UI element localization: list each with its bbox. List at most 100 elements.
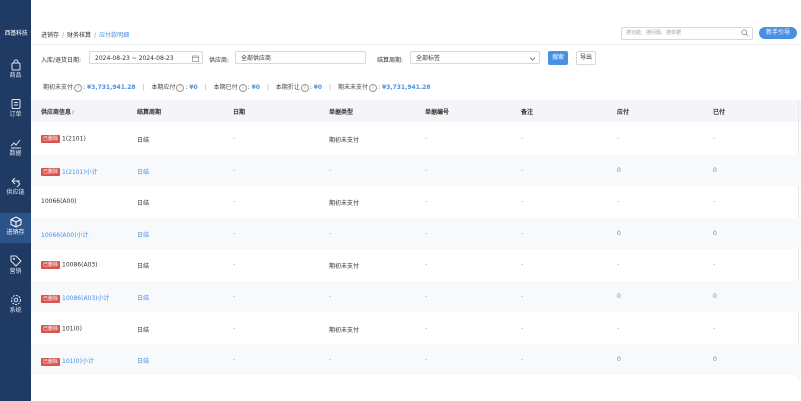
date-cell: - xyxy=(233,229,236,237)
subtotal-row: 已删除 1(2101)小计 日结 - - - - 0 0 xyxy=(31,154,801,186)
payable-value: ¥0 xyxy=(189,84,198,91)
search-input[interactable] xyxy=(622,28,736,38)
sort-icon[interactable]: ⇕ xyxy=(71,110,75,116)
divider: | xyxy=(204,84,207,91)
supplier-cell: 已删除 1(2101) xyxy=(41,135,86,143)
no-cell: - xyxy=(425,229,428,237)
note-cell: - xyxy=(521,229,524,237)
payable-cell: 0 xyxy=(617,293,621,300)
date-range-label: 入库/退货日期: xyxy=(41,57,82,64)
type-cell: 期初未支付 xyxy=(329,263,360,271)
settle-cycle-value: 全部标签 xyxy=(416,55,441,62)
type-cell: - xyxy=(329,293,332,300)
help-icon[interactable]: ? xyxy=(176,83,185,92)
subtotal-row: 已删除 101(0)小计 日结 - - - - 0 0 xyxy=(31,344,801,376)
payable-cell: 0 xyxy=(617,229,621,237)
help-icon[interactable]: ? xyxy=(369,83,377,92)
column-header-date: 日期 xyxy=(233,109,246,116)
sidebar: 西基科技 商品 订单 数据 供应链 进销存 营销 系统 xyxy=(0,0,34,401)
cycle-cell: 日结 xyxy=(137,295,150,302)
type-cell: 期初未支付 xyxy=(329,137,360,144)
order-icon xyxy=(11,99,20,109)
type-cell: 期初未支付 xyxy=(329,200,360,208)
note-cell: - xyxy=(521,135,524,142)
column-header-doc-type: 单据类型 xyxy=(329,109,354,116)
column-header-payable: 应付 xyxy=(617,109,630,116)
cycle-cell: 日结 xyxy=(137,200,150,208)
breadcrumb-item[interactable]: 进销存 xyxy=(41,32,59,39)
type-cell: 期初未支付 xyxy=(329,326,360,334)
table-row: 已删除 1(2101) 日结 - 期初未支付 - - - - xyxy=(31,123,801,154)
supplier-cell: 已删除 10086(A03)小计 xyxy=(41,293,110,303)
summary-line: 期初未支付?: ¥3,731,941.28 | 本期应付?: ¥0 | 本期已付… xyxy=(43,83,431,92)
discount-value: ¥0 xyxy=(313,84,323,91)
payable-cell: - xyxy=(617,198,620,206)
breadcrumb-item[interactable]: 财务核算 xyxy=(67,32,91,39)
help-icon[interactable]: ? xyxy=(74,83,83,92)
sidebar-item-products[interactable]: 商品 xyxy=(0,56,31,86)
paid-cell: 0 xyxy=(713,356,717,364)
supplier-name: 101(0) xyxy=(62,325,82,333)
cycle-cell: 日结 xyxy=(137,358,150,366)
sidebar-item-data[interactable]: 数据 xyxy=(0,134,31,164)
guide-button[interactable]: 新手引导 xyxy=(759,27,797,39)
sidebar-item-label: 数据 xyxy=(9,150,22,157)
supplier-cell: 已删除 101(0) xyxy=(41,324,82,333)
date-range-picker[interactable]: 2024-08-23 ~ 2024-08-23 xyxy=(89,51,203,64)
help-icon[interactable]: ? xyxy=(238,83,247,92)
sidebar-item-inventory[interactable]: 进销存 xyxy=(0,213,34,243)
cube-icon xyxy=(10,216,21,228)
sidebar-item-orders[interactable]: 订单 xyxy=(0,95,31,125)
divider: | xyxy=(266,84,269,91)
column-header-cycle: 结算周期 xyxy=(137,109,162,116)
no-cell: - xyxy=(425,324,428,332)
note-cell: - xyxy=(521,324,524,332)
date-cell: - xyxy=(233,135,236,142)
settle-cycle-label: 结算周期: xyxy=(377,57,404,64)
sidebar-item-system[interactable]: 系统 xyxy=(0,291,31,321)
note-cell: - xyxy=(521,293,524,300)
payable-cell: - xyxy=(617,261,620,269)
chevron-down-icon xyxy=(529,57,536,61)
sidebar-item-supply-chain[interactable]: 供应链 xyxy=(0,173,31,203)
cycle-cell: 日结 xyxy=(137,231,150,239)
cycle-cell: 日结 xyxy=(137,137,150,144)
divider: | xyxy=(142,84,145,91)
breadcrumb-current: 应付款明细 xyxy=(99,32,130,39)
paid-cell: 0 xyxy=(713,229,717,237)
column-header-note: 备注 xyxy=(521,109,534,116)
supplier-cell: 10066(A00) xyxy=(41,198,77,205)
help-icon[interactable]: ? xyxy=(300,83,309,92)
payable-cell: - xyxy=(617,324,620,332)
date-cell: - xyxy=(233,261,236,269)
paid-cell: - xyxy=(713,324,716,332)
type-cell: - xyxy=(329,166,332,174)
search-button[interactable]: 搜索 xyxy=(548,51,568,65)
paid-cell: - xyxy=(713,261,716,269)
supplier-name: 10066(A00) xyxy=(41,198,77,206)
date-range-value: 2024-08-23 ~ 2024-08-23 xyxy=(95,55,174,62)
cycle-cell: 日结 xyxy=(137,326,150,334)
closing-label: 期末未支付 xyxy=(337,84,368,91)
supplier-label: 供应商: xyxy=(209,57,230,64)
export-button[interactable]: 导出 xyxy=(576,51,596,65)
deleted-badge: 已删除 xyxy=(41,294,61,303)
table-row: 已删除 101(0) 日结 - 期初未支付 - - - - xyxy=(31,313,801,344)
supplier-cell: 已删除 101(0)小计 xyxy=(41,356,94,366)
closing-value: ¥3,731,941.28 xyxy=(381,84,431,91)
settle-cycle-select[interactable]: 全部标签 xyxy=(410,51,540,64)
search-icon[interactable] xyxy=(741,29,749,37)
deleted-badge: 已删除 xyxy=(41,168,61,177)
payable-cell: 0 xyxy=(617,356,621,364)
payable-cell: 0 xyxy=(617,166,621,174)
supplier-name: 1(2101) xyxy=(62,135,86,143)
calendar-icon xyxy=(192,55,199,62)
column-header-supplier[interactable]: 供应商信息⇕ xyxy=(41,107,75,116)
supplier-select[interactable]: 全部供应商 xyxy=(235,51,366,64)
sidebar-item-marketing[interactable]: 营销 xyxy=(0,252,31,282)
paid-cell: - xyxy=(713,198,716,206)
deleted-badge: 已删除 xyxy=(41,324,61,333)
table-row: 10066(A00) 日结 - 期初未支付 - - - - xyxy=(31,186,801,217)
cycle-cell: 日结 xyxy=(137,263,150,271)
subtotal-row: 已删除 10086(A03)小计 日结 - - - - 0 0 xyxy=(31,281,801,312)
